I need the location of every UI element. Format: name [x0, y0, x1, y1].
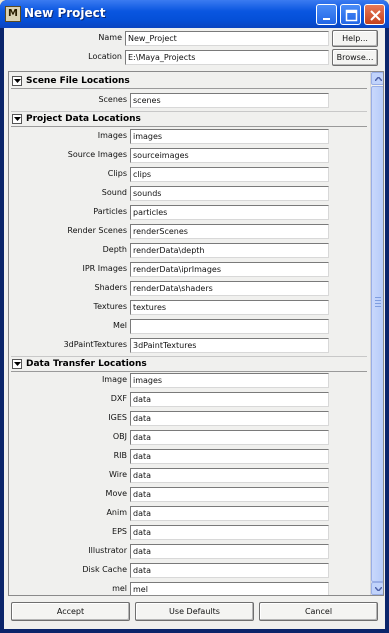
mel-field[interactable]	[130, 319, 329, 334]
row-label: Clips	[107, 169, 127, 178]
row-label: RIB	[113, 451, 127, 460]
shaders-field[interactable]: renderData\shaders	[130, 281, 329, 296]
maya-icon: M	[5, 6, 21, 22]
scenes-field[interactable]: scenes	[130, 93, 329, 108]
grip-line	[375, 297, 381, 298]
row-label: Illustrator	[88, 546, 127, 555]
use-defaults-button[interactable]: Use Defaults	[135, 602, 254, 621]
row-label: Render Scenes	[67, 226, 127, 235]
row-label: Textures	[93, 302, 127, 311]
dialog-body: Name New_Project Help... Location E:\May…	[4, 28, 385, 629]
collapse-toggle-icon[interactable]	[12, 359, 22, 369]
illustrator-field[interactable]: data	[130, 544, 329, 559]
row-label: Shaders	[94, 283, 127, 292]
window-title: New Project	[24, 6, 106, 20]
close-icon	[370, 10, 381, 21]
window-frame: M New Project Name New_Project Help... L…	[0, 0, 389, 633]
source-images-field[interactable]: sourceimages	[130, 148, 329, 163]
scene-section-header[interactable]: Scene File Locations	[10, 74, 369, 88]
row-label: DXF	[110, 394, 127, 403]
chevron-down-icon	[375, 587, 382, 591]
grip-line	[375, 300, 381, 301]
row-label: Move	[105, 489, 127, 498]
row-label: Sound	[101, 188, 127, 197]
row-label: OBJ	[112, 432, 127, 441]
clips-field[interactable]: clips	[130, 167, 329, 182]
move-field[interactable]: data	[130, 487, 329, 502]
image-transfer-field[interactable]: images	[130, 373, 329, 388]
row-label: Image	[101, 375, 127, 384]
row-label: Anim	[106, 508, 127, 517]
help-button[interactable]: Help...	[332, 30, 378, 47]
row-label: Scenes	[98, 95, 127, 104]
divider	[11, 371, 367, 372]
row-label: Images	[97, 131, 127, 140]
particles-field[interactable]: particles	[130, 205, 329, 220]
scene-section-title: Scene File Locations	[26, 76, 130, 86]
row-label: Particles	[93, 207, 127, 216]
row-label: IGES	[108, 413, 127, 422]
project-section-header[interactable]: Project Data Locations	[10, 112, 369, 126]
chevron-up-icon	[375, 77, 382, 81]
row-label: Source Images	[67, 150, 127, 159]
grip-line	[375, 303, 381, 304]
row-label: Depth	[102, 245, 127, 254]
wire-field[interactable]: data	[130, 468, 329, 483]
location-label: Location	[88, 52, 122, 61]
location-field[interactable]: E:\Maya_Projects	[125, 50, 329, 65]
collapse-toggle-icon[interactable]	[12, 114, 22, 124]
accept-button[interactable]: Accept	[11, 602, 130, 621]
sound-field[interactable]: sounds	[130, 186, 329, 201]
divider	[11, 126, 367, 127]
close-button[interactable]	[364, 4, 385, 25]
rib-field[interactable]: data	[130, 449, 329, 464]
textures-field[interactable]: textures	[130, 300, 329, 315]
scroll-down-button[interactable]	[371, 582, 383, 595]
anim-field[interactable]: data	[130, 506, 329, 521]
collapse-toggle-icon[interactable]	[12, 76, 22, 86]
row-label: EPS	[112, 527, 127, 536]
row-label: Disk Cache	[82, 565, 127, 574]
name-label: Name	[98, 33, 122, 42]
minimize-button[interactable]	[316, 4, 337, 25]
browse-button[interactable]: Browse...	[332, 49, 378, 66]
mel-transfer-field[interactable]: mel	[130, 582, 329, 595]
row-label: Mel	[112, 321, 127, 330]
maximize-button[interactable]	[340, 4, 361, 25]
render-scenes-field[interactable]: renderScenes	[130, 224, 329, 239]
transfer-section-header[interactable]: Data Transfer Locations	[10, 357, 369, 371]
iges-field[interactable]: data	[130, 411, 329, 426]
depth-field[interactable]: renderData\depth	[130, 243, 329, 258]
obj-field[interactable]: data	[130, 430, 329, 445]
eps-field[interactable]: data	[130, 525, 329, 540]
grip-line	[375, 306, 381, 307]
vertical-scrollbar[interactable]	[370, 72, 383, 595]
row-label: Wire	[109, 470, 127, 479]
transfer-section-title: Data Transfer Locations	[26, 359, 147, 369]
row-label: 3dPaintTextures	[63, 340, 127, 349]
title-bar[interactable]: M New Project	[0, 0, 389, 28]
scroll-up-button[interactable]	[371, 72, 383, 85]
name-field[interactable]: New_Project	[125, 31, 329, 46]
ipr-images-field[interactable]: renderData\iprImages	[130, 262, 329, 277]
dxf-field[interactable]: data	[130, 392, 329, 407]
scroll-thumb[interactable]	[371, 86, 383, 582]
images-field[interactable]: images	[130, 129, 329, 144]
divider	[11, 88, 367, 89]
cancel-button[interactable]: Cancel	[259, 602, 378, 621]
disk-cache-field[interactable]: data	[130, 563, 329, 578]
maximize-icon	[345, 9, 358, 22]
minimize-icon	[323, 18, 330, 20]
row-label: IPR Images	[82, 264, 127, 273]
3d-paint-textures-field[interactable]: 3dPaintTextures	[130, 338, 329, 353]
row-label: mel	[112, 584, 127, 593]
locations-scroll-area[interactable]: Scene File Locations Scenes scenes Proje…	[8, 71, 384, 596]
project-section-title: Project Data Locations	[26, 114, 141, 124]
